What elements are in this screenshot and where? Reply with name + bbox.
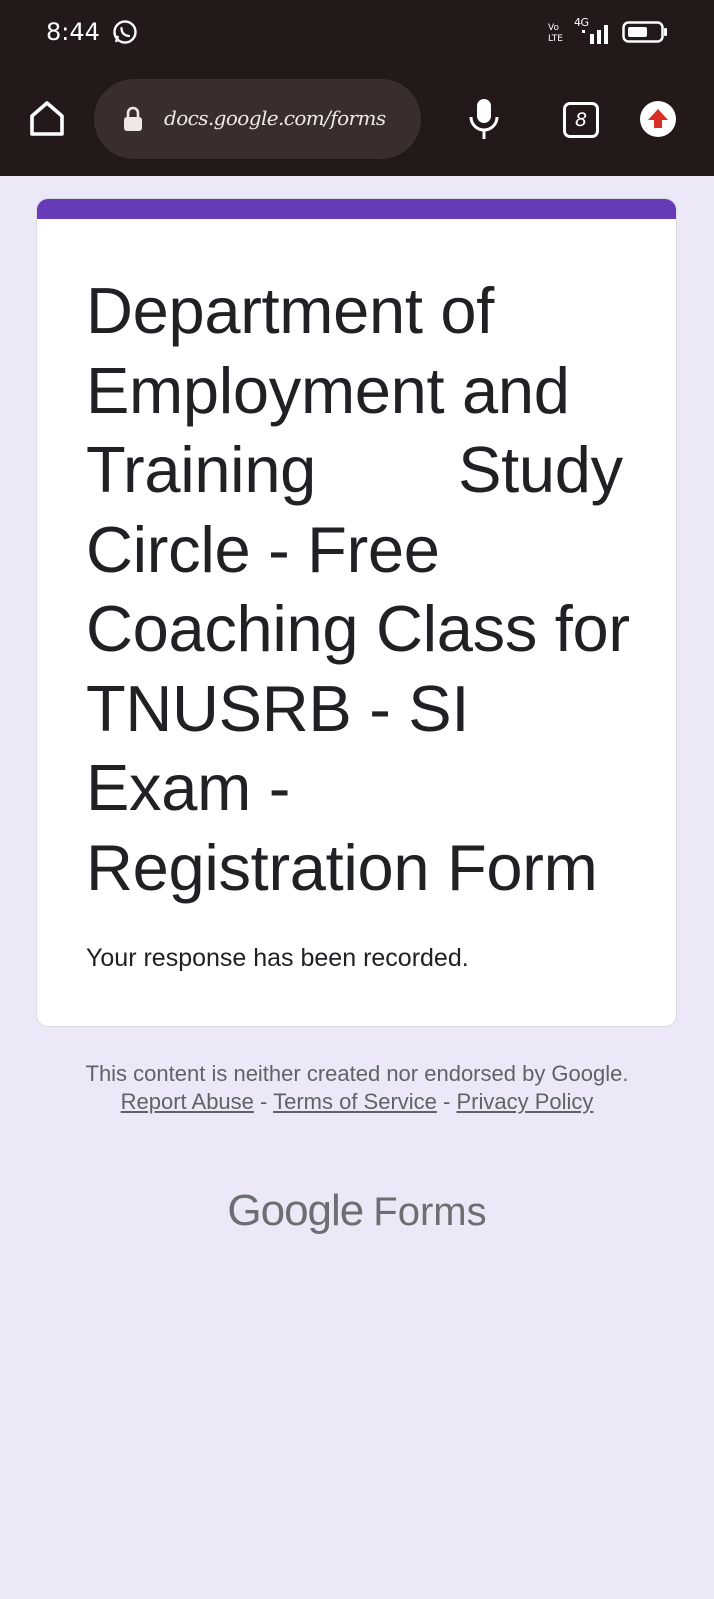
whatsapp-icon xyxy=(113,20,137,44)
response-confirmation: Your response has been recorded. xyxy=(86,944,469,972)
svg-text:Vo: Vo xyxy=(548,23,559,33)
lock-icon xyxy=(124,106,142,131)
url-text: docs.google.com/forms xyxy=(164,106,386,130)
battery-icon xyxy=(622,21,667,43)
mic-icon[interactable] xyxy=(466,97,502,141)
form-accent-bar xyxy=(37,199,676,219)
tab-switcher-button[interactable]: 8 xyxy=(563,102,599,138)
privacy-policy-link[interactable]: Privacy Policy xyxy=(456,1089,593,1114)
form-card: Department of Employment and Training St… xyxy=(36,198,677,1027)
svg-text:LTE: LTE xyxy=(548,34,563,44)
terms-of-service-link[interactable]: Terms of Service xyxy=(273,1089,437,1114)
volte-icon: Vo LTE xyxy=(548,23,563,44)
status-time: 8:44 xyxy=(46,18,100,46)
logo-google-text: Google xyxy=(227,1186,364,1235)
tab-count: 8 xyxy=(574,109,588,131)
report-abuse-link[interactable]: Report Abuse xyxy=(121,1089,254,1114)
address-bar[interactable]: docs.google.com/forms xyxy=(94,79,421,159)
home-icon[interactable] xyxy=(26,98,68,140)
browser-top-bar: 8:44 Vo LTE 4G docs.google.com/forms 8 xyxy=(0,0,714,176)
separator: - xyxy=(260,1089,268,1114)
google-forms-logo[interactable]: Google Forms xyxy=(0,1185,714,1238)
separator: - xyxy=(443,1089,451,1114)
form-title: Department of Employment and Training St… xyxy=(86,274,647,904)
signal-icon xyxy=(582,25,608,44)
logo-forms-text: Forms xyxy=(373,1190,487,1234)
upload-button[interactable] xyxy=(640,101,676,137)
upload-icon xyxy=(648,109,668,128)
footer-disclaimer: This content is neither created nor endo… xyxy=(60,1060,654,1116)
disclaimer-text: This content is neither created nor endo… xyxy=(85,1061,629,1086)
